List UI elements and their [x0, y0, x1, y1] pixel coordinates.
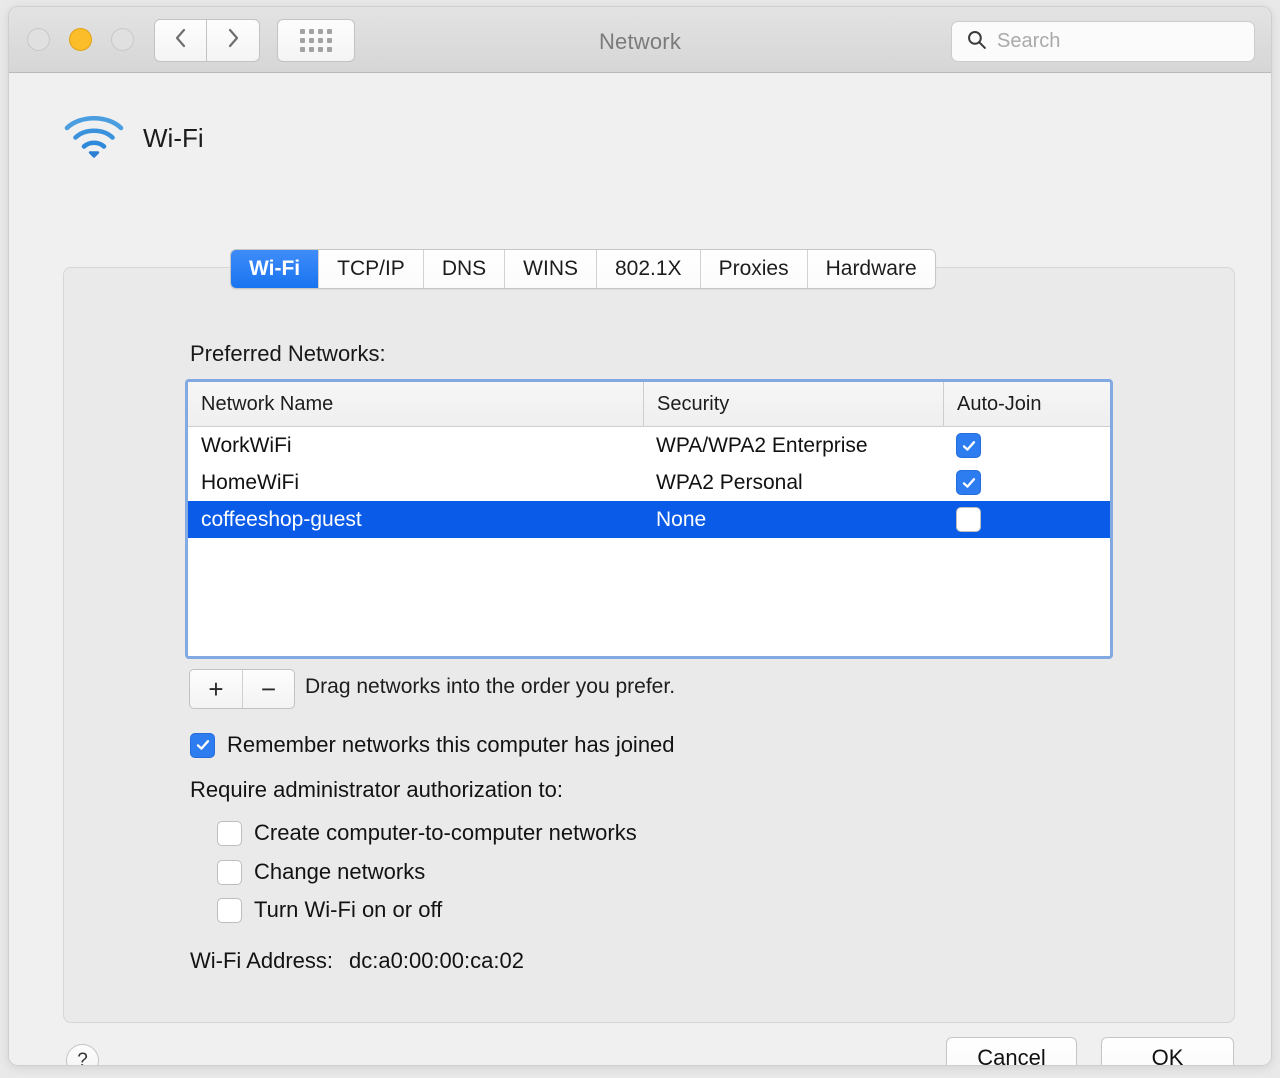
pane-header: Wi-Fi: [63, 113, 204, 164]
title-bar: Network Search: [9, 7, 1271, 73]
table-row[interactable]: WorkWiFi WPA/WPA2 Enterprise: [188, 427, 1110, 464]
add-network-button[interactable]: +: [190, 670, 242, 708]
admin-create-networks-label: Create computer-to-computer networks: [254, 820, 637, 845]
tab-bar: Wi-Fi TCP/IP DNS WINS 802.1X Proxies Har…: [230, 249, 936, 289]
tab-proxies[interactable]: Proxies: [699, 250, 807, 288]
admin-create-networks-row[interactable]: Create computer-to-computer networks: [217, 820, 637, 846]
remove-network-button[interactable]: −: [242, 670, 294, 708]
preferred-networks-label: Preferred Networks:: [190, 341, 386, 366]
search-input-placeholder: Search: [997, 30, 1061, 52]
table-row[interactable]: HomeWiFi WPA2 Personal: [188, 464, 1110, 501]
cancel-button[interactable]: Cancel: [946, 1037, 1077, 1065]
cell-security: None: [656, 507, 707, 531]
cell-security: WPA/WPA2 Enterprise: [656, 433, 868, 457]
tab-dns[interactable]: DNS: [422, 250, 505, 288]
list-edit-buttons: + −: [189, 669, 295, 709]
tab-hardware[interactable]: Hardware: [806, 250, 935, 288]
column-header-network-name[interactable]: Network Name: [188, 382, 643, 426]
drag-hint-text: Drag networks into the order you prefer.: [305, 675, 676, 698]
page-title: Wi-Fi: [143, 123, 204, 153]
auto-join-checkbox[interactable]: [956, 507, 981, 532]
preferred-networks-table[interactable]: Network Name Security Auto-Join WorkWiFi…: [185, 379, 1113, 659]
table-row-selected[interactable]: coffeeshop-guest None: [188, 501, 1110, 538]
tab-wins[interactable]: WINS: [504, 250, 596, 288]
admin-toggle-wifi-checkbox[interactable]: [217, 897, 242, 923]
cell-network-name: coffeeshop-guest: [201, 507, 362, 531]
remember-networks-label: Remember networks this computer has join…: [227, 732, 675, 757]
cell-security: WPA2 Personal: [656, 470, 803, 494]
column-header-security[interactable]: Security: [643, 382, 943, 426]
tab-wifi[interactable]: Wi-Fi: [231, 250, 319, 288]
table-header-row: Network Name Security Auto-Join: [188, 382, 1110, 427]
search-field[interactable]: Search: [951, 21, 1255, 62]
admin-change-networks-label: Change networks: [254, 859, 426, 884]
column-header-auto-join[interactable]: Auto-Join: [943, 382, 1110, 426]
admin-change-networks-checkbox[interactable]: [217, 859, 242, 885]
cell-auto-join: [943, 507, 1110, 532]
tab-8021x[interactable]: 802.1X: [596, 250, 700, 288]
remember-networks-checkbox[interactable]: [190, 732, 215, 758]
admin-toggle-wifi-label: Turn Wi-Fi on or off: [254, 897, 443, 922]
wifi-address-value: dc:a0:00:00:ca:02: [349, 948, 524, 973]
cell-network-name: WorkWiFi: [201, 433, 292, 457]
admin-create-networks-checkbox[interactable]: [217, 820, 242, 846]
admin-authorization-heading: Require administrator authorization to:: [190, 777, 563, 802]
network-preferences-window: Network Search Wi-Fi Wi-Fi TCP/IP DNS WI…: [8, 6, 1272, 1066]
window-body: Wi-Fi Wi-Fi TCP/IP DNS WINS 802.1X Proxi…: [9, 73, 1271, 1065]
cell-auto-join: [943, 470, 1110, 495]
cell-network-name: HomeWiFi: [201, 470, 299, 494]
admin-change-networks-row[interactable]: Change networks: [217, 859, 425, 885]
search-icon: [966, 29, 987, 55]
remember-networks-row[interactable]: Remember networks this computer has join…: [190, 732, 675, 758]
wifi-address-row: Wi-Fi Address: dc:a0:00:00:ca:02: [190, 948, 524, 974]
cell-auto-join: [943, 433, 1110, 458]
admin-toggle-wifi-row[interactable]: Turn Wi-Fi on or off: [217, 897, 442, 923]
wifi-icon: [63, 113, 125, 164]
wifi-address-label: Wi-Fi Address:: [190, 948, 334, 973]
auto-join-checkbox[interactable]: [956, 470, 981, 495]
ok-button[interactable]: OK: [1101, 1037, 1234, 1065]
auto-join-checkbox[interactable]: [956, 433, 981, 458]
help-button[interactable]: ?: [66, 1044, 99, 1065]
tab-tcpip[interactable]: TCP/IP: [318, 250, 423, 288]
